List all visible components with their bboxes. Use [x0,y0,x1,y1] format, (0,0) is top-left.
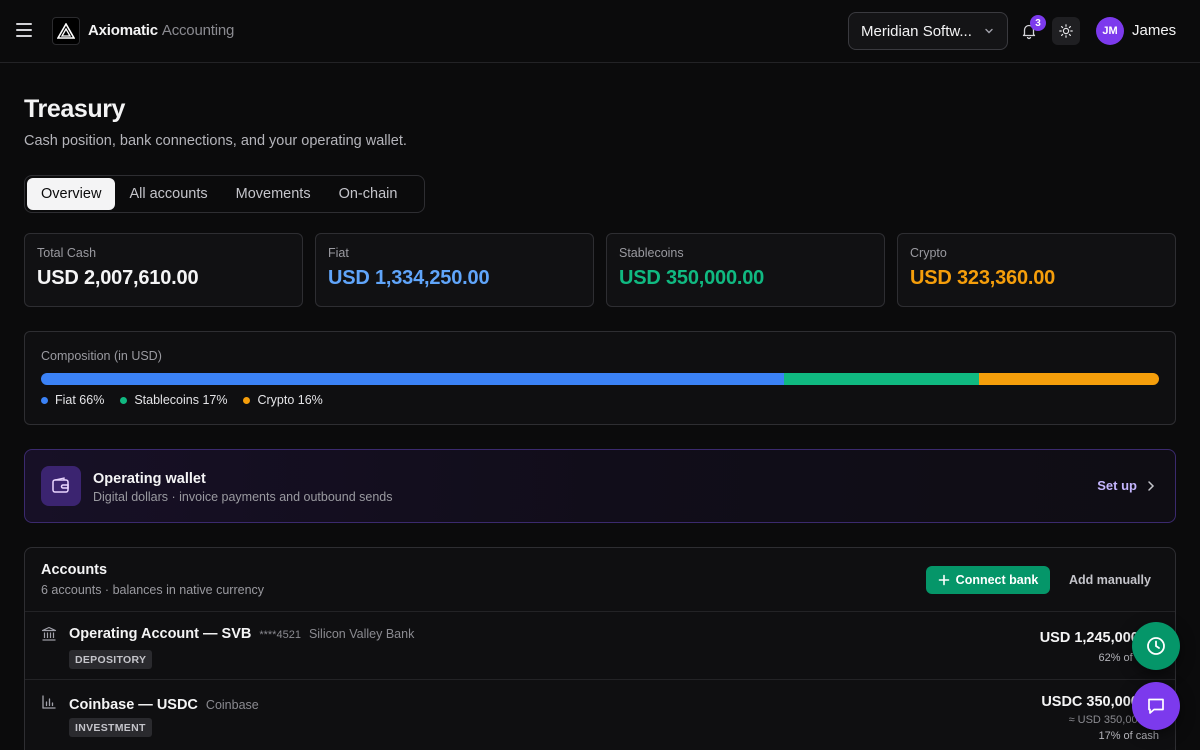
organization-select-value: Meridian Softw... [861,22,972,40]
tab-bar: Overview All accounts Movements On-chain [24,175,425,213]
wallet-subtitle: Digital dollars · invoice payments and o… [93,490,393,504]
chat-icon [1148,698,1164,714]
logo-icon[interactable] [52,17,80,45]
legend-dot [41,396,48,404]
chevron-down-icon [985,28,993,34]
theme-toggle-button[interactable] [1052,17,1080,45]
notification-badge: 3 [1030,15,1046,31]
account-bank: Silicon Valley Bank [308,627,415,641]
stat-card-total-cash: Total Cash USD 2,007,610.00 [24,233,303,307]
accounts-subtitle: 6 accounts · balances in native currency [41,583,265,597]
stat-label: Fiat [328,246,349,260]
composition-label: Composition (in USD) [41,349,162,363]
tab-all-accounts[interactable]: All accounts [115,178,221,210]
legend-label: Stablecoins 17% [134,393,228,407]
avatar[interactable]: JM [1096,17,1124,45]
wallet-setup-link[interactable]: Set up [1097,478,1155,493]
composition-bar [41,373,1159,385]
chevron-right-icon [1148,480,1155,491]
stat-label: Stablecoins [619,246,684,260]
page-title: Treasury [24,95,126,123]
composition-panel: Composition (in USD) Fiat 66% Stablecoin… [24,331,1176,425]
top-bar: Axiomatic Accounting Meridian Softw... 3 … [0,0,1200,63]
operating-wallet-card[interactable]: Operating wallet Digital dollars · invoi… [24,449,1176,523]
composition-legend: Fiat 66% Stablecoins 17% Crypto 16% [41,393,323,407]
add-manually-button[interactable]: Add manually [1061,566,1159,594]
stat-value: USD 1,334,250.00 [328,267,490,289]
legend-item-crypto: Crypto 16% [243,393,323,407]
account-share: 17% of cash [1098,730,1159,742]
account-name-text: Coinbase — USDC [69,697,198,713]
stat-value: USD 2,007,610.00 [37,267,199,289]
stat-label: Crypto [910,246,947,260]
account-name-text: Operating Account — SVB [69,626,252,642]
brand-light: Accounting [161,22,235,39]
stat-value: USD 350,000.00 [619,267,765,289]
setup-label: Set up [1097,478,1137,493]
composition-segment-fiat [41,373,785,385]
account-row[interactable]: Operating Account — SVB ****4521 Silicon V… [25,612,1175,680]
accounts-panel: Accounts 6 accounts · balances in native… [24,547,1176,750]
legend-label: Crypto 16% [257,393,323,407]
stat-card-fiat: Fiat USD 1,334,250.00 [315,233,594,307]
wallet-icon [41,466,81,506]
stat-card-crypto: Crypto USD 323,360.00 [897,233,1176,307]
legend-item-fiat: Fiat 66% [41,393,104,407]
account-type-badge: DEPOSITORY [69,650,153,669]
legend-item-stablecoins: Stablecoins 17% [120,393,227,407]
legend-label: Fiat 66% [55,393,105,407]
clock-icon [1147,637,1165,655]
account-name: Operating Account — SVB ****4521 Silicon V… [69,626,414,642]
stat-card-stablecoins: Stablecoins USD 350,000.00 [606,233,885,307]
legend-dot [120,396,128,404]
composition-segment-crypto [978,373,1159,385]
account-mask: ****4521 [259,629,301,641]
tab-movements[interactable]: Movements [222,178,325,210]
stat-value: USD 323,360.00 [910,267,1056,289]
history-button[interactable] [1132,622,1180,670]
connect-bank-button[interactable]: Connect bank [926,566,1050,594]
bank-icon [41,626,57,641]
sun-icon [1059,24,1073,38]
account-bank: Coinbase [205,698,259,712]
plus-icon [938,574,949,586]
brand-bold: Axiomatic [88,22,158,39]
account-name: Coinbase — USDC Coinbase [69,697,259,713]
connect-bank-label: Connect bank [955,573,1039,587]
stat-label: Total Cash [37,246,97,260]
chart-icon [42,695,56,709]
page-subtitle: Cash position, bank connections, and you… [24,133,407,149]
tab-overview[interactable]: Overview [27,178,116,210]
tab-on-chain[interactable]: On-chain [325,178,412,210]
wallet-title: Operating wallet [93,471,206,487]
menu-icon[interactable] [16,20,36,40]
user-name[interactable]: James [1132,22,1176,39]
account-row[interactable]: Coinbase — USDC Coinbase INVESTMENT USDC … [25,680,1175,750]
chat-button[interactable] [1132,682,1180,730]
legend-dot [243,396,251,404]
account-type-badge: INVESTMENT [69,718,152,737]
composition-segment-stablecoins [784,373,979,385]
organization-select[interactable]: Meridian Softw... [848,12,1008,50]
accounts-title: Accounts [41,562,108,578]
brand-name[interactable]: Axiomatic Accounting [88,22,234,39]
